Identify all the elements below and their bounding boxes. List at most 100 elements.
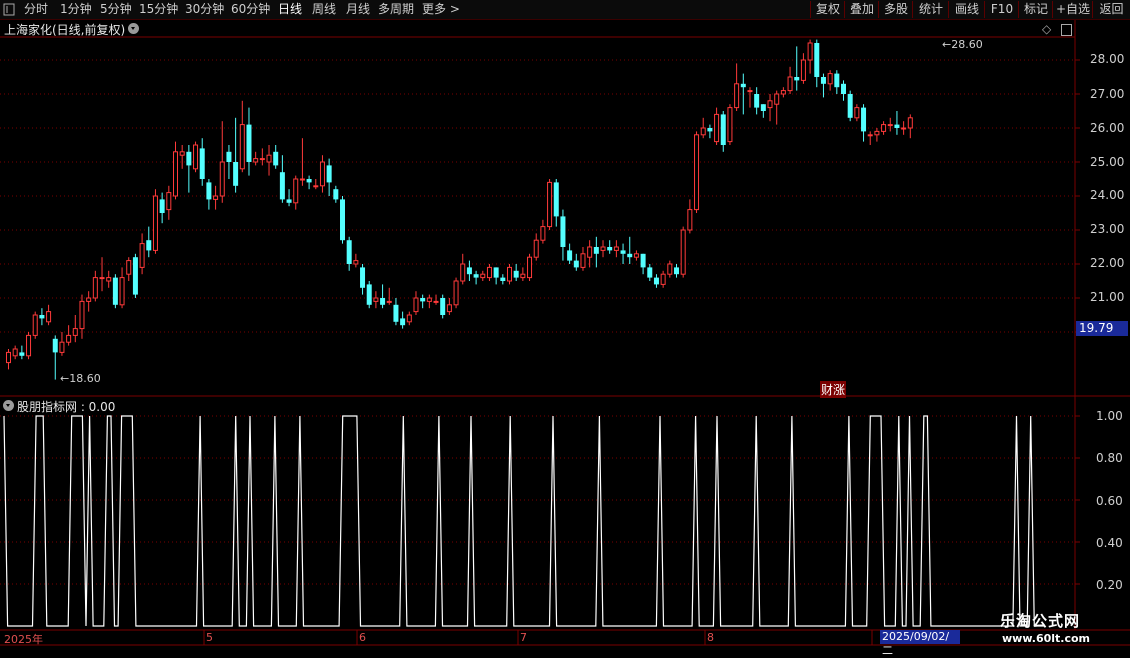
- candle-body: [674, 267, 679, 275]
- candle-body: [166, 192, 172, 211]
- indicator-tick: 0.20: [1096, 578, 1123, 592]
- candle-body: [373, 297, 379, 302]
- candle-body: [79, 300, 85, 330]
- candle-body: [820, 77, 826, 84]
- price-tick: 28.00: [1090, 52, 1125, 66]
- candle-body: [46, 311, 52, 323]
- candle-body: [306, 179, 312, 183]
- candle-body: [173, 151, 178, 197]
- candle-body: [219, 161, 225, 197]
- date-tick: 5: [206, 631, 213, 644]
- chevron-down-icon[interactable]: [128, 23, 139, 34]
- candle-body: [299, 178, 305, 181]
- candle-body: [694, 134, 700, 211]
- candle-body: [380, 298, 386, 305]
- candle-body: [627, 253, 633, 258]
- diamond-icon[interactable]: ◇: [1042, 22, 1051, 36]
- candle-body: [827, 73, 833, 85]
- low-marker: ←18.60: [60, 372, 101, 385]
- chevron-down-icon[interactable]: [3, 400, 14, 411]
- candle-body: [754, 94, 760, 108]
- candle-body: [887, 124, 893, 127]
- candle-body: [86, 297, 92, 302]
- candle-body: [593, 247, 599, 254]
- indicator-line: [3, 415, 1045, 627]
- candle-body: [360, 267, 366, 288]
- candle-body: [680, 229, 686, 275]
- candle-body: [259, 158, 265, 161]
- candle-body: [313, 185, 319, 188]
- candle-body: [92, 277, 98, 299]
- candle-body: [580, 253, 586, 268]
- candle-body: [894, 124, 900, 128]
- candle-body: [72, 328, 78, 336]
- candle-body: [319, 161, 325, 187]
- crosshair-date: 2025/09/02/二: [880, 630, 960, 657]
- candle-body: [433, 300, 439, 303]
- candle-body: [66, 334, 72, 343]
- indicator-tick: 1.00: [1096, 409, 1123, 423]
- date-tick: 7: [520, 631, 527, 644]
- candle-body: [740, 83, 746, 88]
- candle-body: [841, 83, 846, 94]
- candle-body: [366, 284, 372, 305]
- candle-body: [233, 162, 239, 186]
- candle-body: [727, 107, 733, 143]
- candle-body: [567, 250, 573, 261]
- candle-body: [246, 124, 252, 162]
- indicator-tick: 0.60: [1096, 494, 1123, 508]
- candle-body: [32, 314, 38, 336]
- candle-body: [346, 240, 352, 264]
- candle-body: [446, 304, 452, 313]
- watermark-title: 乐淘公式网: [1000, 612, 1081, 630]
- high-marker: ←28.60: [942, 38, 983, 51]
- window-toggle-icon[interactable]: [1061, 24, 1072, 36]
- candle-body: [126, 260, 132, 275]
- candle-body: [326, 165, 332, 183]
- candle-body: [874, 130, 880, 136]
- main-chart-title: 上海家化(日线,前复权): [4, 23, 126, 37]
- candle-body: [132, 257, 138, 295]
- price-tick: 22.00: [1090, 256, 1125, 270]
- candle-body: [333, 189, 339, 200]
- candle-body: [400, 318, 406, 326]
- candle-body: [152, 195, 158, 251]
- candle-body: [780, 90, 786, 95]
- candle-body: [426, 297, 432, 302]
- candle-body: [547, 181, 553, 228]
- candle-body: [613, 246, 619, 251]
- candle-body: [460, 263, 466, 282]
- candle-body: [653, 277, 659, 285]
- price-tick: 26.00: [1090, 121, 1125, 135]
- candle-body: [493, 267, 499, 278]
- candle-body: [386, 300, 392, 303]
- candle-body: [513, 270, 519, 278]
- candle-body: [473, 274, 479, 278]
- candle-body: [179, 151, 185, 156]
- candle-body: [480, 273, 486, 279]
- candlestick-chart: [0, 20, 1130, 646]
- candle-body: [700, 127, 706, 136]
- candle-body: [660, 273, 666, 285]
- candle-body: [847, 94, 853, 118]
- candle-body: [286, 199, 292, 203]
- candle-body: [807, 42, 813, 61]
- event-label[interactable]: 财涨: [820, 381, 847, 398]
- candle-body: [393, 304, 399, 322]
- candle-body: [533, 239, 539, 258]
- indicator-tick: 0.80: [1096, 451, 1123, 465]
- candle-body: [39, 315, 45, 319]
- candle-body: [279, 172, 285, 200]
- candle-body: [867, 134, 873, 137]
- candle-body: [293, 178, 299, 204]
- candle-body: [540, 226, 546, 241]
- price-tick: 23.00: [1090, 222, 1125, 236]
- date-tick: 6: [359, 631, 366, 644]
- candle-body: [52, 338, 58, 353]
- candle-body: [527, 256, 533, 279]
- current-price-label: 19.79: [1076, 321, 1128, 336]
- candle-body: [119, 277, 125, 306]
- candle-body: [520, 273, 526, 279]
- candle-body: [486, 266, 492, 279]
- candle-body: [413, 297, 419, 313]
